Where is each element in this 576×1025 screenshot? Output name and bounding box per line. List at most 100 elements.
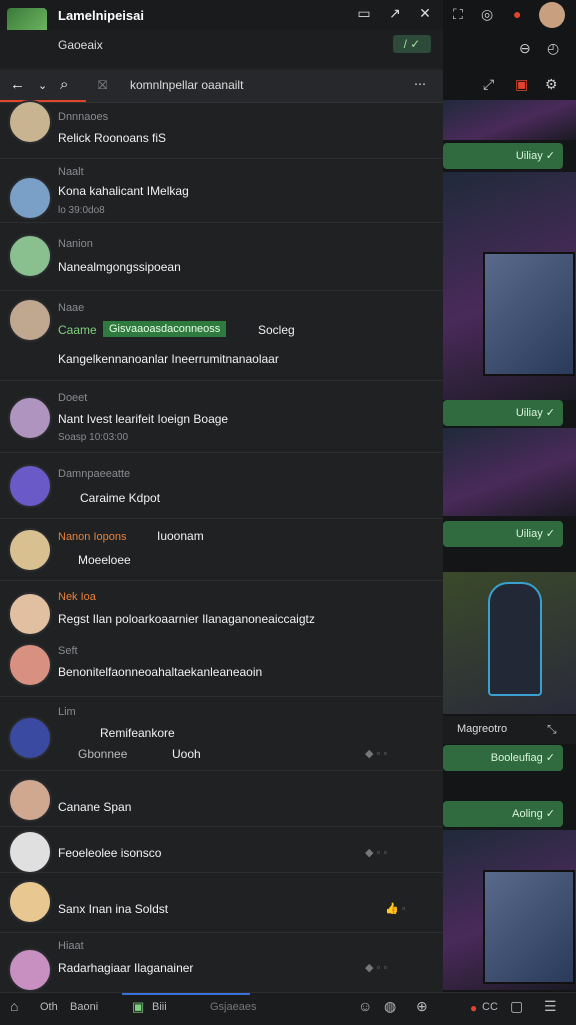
message-author: Naae (58, 302, 85, 314)
message-text: Moeeloee (78, 553, 131, 567)
message-author: Naalt (58, 166, 84, 178)
message-label: Caame (58, 323, 97, 337)
pin-icon[interactable]: ⛝ (98, 78, 107, 93)
avatar (8, 643, 52, 687)
message-text: Benonitelfaonneoahaltaekanleaneaoin (58, 665, 263, 679)
footer-item-c[interactable]: Biii (152, 1001, 167, 1013)
avatar (8, 830, 52, 874)
reaction-icons[interactable]: ◆ ◦ ◦ (365, 747, 387, 760)
preview-thumbnail[interactable] (443, 172, 576, 400)
divider (0, 452, 443, 453)
avatar (8, 778, 52, 822)
home-icon[interactable]: ⌂ (10, 998, 18, 1014)
expand-icon[interactable]: ⤡ (547, 722, 557, 737)
divider (0, 518, 443, 519)
character-figure (488, 582, 542, 696)
chat-icon[interactable]: ▢ (510, 998, 523, 1015)
message-author: Doeet (58, 392, 88, 404)
message-author: Dnnnaoes (58, 111, 109, 123)
message-text: Feoeleolee isonsco (58, 846, 162, 860)
message-badge: Gisvaaoasdaconneoss (103, 321, 227, 337)
preview-screen (483, 252, 575, 376)
footer-active-tab (122, 993, 250, 995)
divider (0, 158, 443, 159)
minimize-icon[interactable]: ▭ (354, 5, 374, 22)
crop-icon[interactable]: ⛶ (453, 6, 463, 23)
divider (0, 580, 443, 581)
avatar (8, 528, 52, 572)
check-toggle[interactable]: / ✓ (393, 35, 431, 53)
preview-thumbnail[interactable] (443, 830, 576, 990)
preview-button[interactable]: Uiliay ✓ (443, 400, 563, 426)
user-avatar[interactable] (539, 2, 565, 28)
window-title: Lamelnipeisai (58, 8, 144, 23)
divider (0, 222, 443, 223)
avatar (8, 592, 52, 636)
preview-caption: Magreotro (457, 723, 508, 735)
chat-panel: Lamelnipeisai ▭ ↗ ✕ Gaoeaix / ✓ ← ⌄ ⌕ ⛝ … (0, 0, 443, 1024)
close-icon[interactable]: ✕ (415, 5, 435, 22)
more-icon[interactable]: ⋯ (414, 77, 426, 91)
active-tab-indicator (0, 100, 86, 102)
divider (0, 696, 443, 697)
footer-item-a[interactable]: Oth (40, 1001, 58, 1013)
preview-caption-bar: Magreotro ⤡ (443, 716, 576, 744)
notification-icon[interactable]: ● (513, 6, 521, 22)
message-badge-tail: Socleg (258, 323, 295, 337)
message-text: Caraime Kdpot (80, 491, 161, 505)
footer-cc[interactable]: CC (482, 1001, 498, 1013)
settings-icon[interactable]: ⚙ (545, 76, 558, 93)
footer-item-b[interactable]: Baoni (70, 1001, 98, 1013)
window-header: Lamelnipeisai ▭ ↗ ✕ (0, 0, 443, 48)
expand-icon[interactable]: ↗ (385, 5, 405, 22)
camera-icon[interactable]: ◎ (481, 6, 493, 23)
reaction-icons[interactable]: ◆ ◦ ◦ (365, 846, 387, 859)
search-text[interactable]: komnlnpellar oaanailt (130, 78, 243, 92)
message-author: Damnpaeeatte (58, 468, 131, 480)
green-app-icon[interactable]: ▣ (132, 999, 144, 1015)
message-author: Hiaat (58, 940, 84, 952)
message-text: Canane Span (58, 800, 132, 814)
message-text: Sanx Inan ina Soldst (58, 902, 169, 916)
status-bar: Gaoeaix / ✓ (0, 30, 443, 68)
search-icon[interactable]: ⌕ (60, 76, 68, 93)
preview-thumbnail[interactable] (443, 428, 576, 516)
preview-screen (483, 870, 575, 984)
preview-button[interactable]: Uiliay ✓ (443, 521, 563, 547)
footer-bar: ⌂ Oth Baoni ▣ Biii Gsjaeaes ☺ ◍ ⊕ ● CC ▢… (0, 992, 576, 1025)
divider (0, 290, 443, 291)
reaction-icons[interactable]: ◆ ◦ ◦ (365, 961, 387, 974)
preview-button[interactable]: Booleufiag ✓ (443, 745, 563, 771)
emoji-icon[interactable]: ☺ (358, 998, 372, 1014)
download-icon[interactable]: ⊖ (519, 40, 531, 57)
avatar (8, 396, 52, 440)
message-extra: Remifeankore (100, 726, 175, 740)
divider (0, 932, 443, 933)
chevron-down-icon[interactable]: ⌄ (38, 79, 47, 92)
gif-icon[interactable]: ◍ (384, 998, 396, 1015)
share-icon[interactable]: ⤢ (483, 76, 494, 93)
menu-icon[interactable]: ☰ (544, 998, 557, 1015)
preview-thumbnail[interactable] (443, 572, 576, 714)
like-icon[interactable]: 👍 ◦ (385, 902, 406, 915)
message-author: Nanion (58, 238, 93, 250)
back-icon[interactable]: ← (10, 76, 25, 93)
avatar (8, 948, 52, 992)
avatar (8, 716, 52, 760)
preview-button[interactable]: Uiliay ✓ (443, 143, 563, 169)
message-text: Regst Ilan poloarkoaarnier Ilanaganoneai… (58, 612, 315, 626)
divider (0, 770, 443, 771)
add-icon[interactable]: ⊕ (416, 998, 428, 1015)
fire-icon[interactable]: ● (470, 1001, 477, 1015)
footer-item-d[interactable]: Gsjaeaes (210, 1001, 256, 1013)
message-extra2: Gbonnee (78, 747, 128, 761)
divider (0, 380, 443, 381)
chat-toolbar: ← ⌄ ⌕ ⛝ komnlnpellar oaanailt ⋯ (0, 70, 443, 103)
divider (0, 872, 443, 873)
screen-icon[interactable]: ▣ (515, 76, 528, 93)
preview-thumbnail[interactable] (443, 100, 576, 140)
message-text: Uooh (172, 747, 201, 761)
clock-icon[interactable]: ◴ (547, 40, 559, 57)
message-text: Nanealmgongssipoean (58, 260, 181, 274)
preview-button[interactable]: Aoling ✓ (443, 801, 563, 827)
